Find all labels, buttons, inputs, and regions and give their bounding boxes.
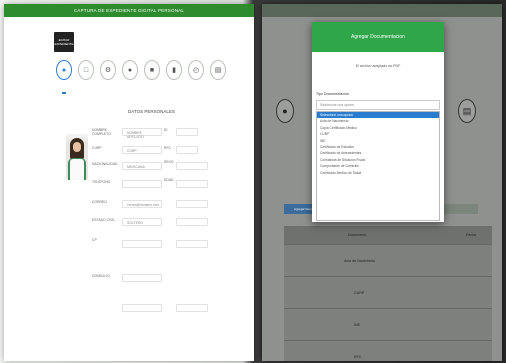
modal-header: Agregar Documentacion xyxy=(312,22,444,52)
step-clock-icon[interactable]: ◴ xyxy=(188,60,204,80)
field-id-input[interactable] xyxy=(176,128,198,136)
field-address-input[interactable] xyxy=(122,274,162,282)
profile-photo xyxy=(66,134,88,180)
field-label: RFC xyxy=(164,146,171,150)
modal-subtitle: El archivo aceptado es PDF xyxy=(355,64,401,68)
edit-profile-button[interactable]: EDITAR EXPEDIENTE xyxy=(54,32,74,52)
field-secondary-input[interactable] xyxy=(176,200,208,208)
step-person-icon[interactable]: ● xyxy=(276,99,294,123)
field-nationality-select[interactable]: MEXICANA xyxy=(122,162,162,170)
documents-table: Documento Fecha Acta de Nacimiento CURP … xyxy=(284,226,492,361)
step-person-icon[interactable]: ● xyxy=(56,60,72,80)
add-document-modal: Agregar Documentacion El archivo aceptad… xyxy=(312,22,444,222)
page-header-dimmed xyxy=(262,4,502,17)
field-city-select[interactable] xyxy=(176,240,208,248)
row-doc-name: RFC xyxy=(354,355,362,359)
select-label: Tipo Documentacion xyxy=(316,92,349,96)
screenshot-stage: CAPTURA DE EXPEDIENTE DIGITAL PERSONAL E… xyxy=(0,0,506,363)
section-title: DATOS PERSONALES xyxy=(128,109,175,114)
step-file-icon[interactable]: ▤ xyxy=(210,60,226,80)
field-notes-input[interactable] xyxy=(122,304,162,312)
step-user-group-icon[interactable]: ● xyxy=(122,60,138,80)
step-file-icon[interactable]: ▤ xyxy=(458,99,476,123)
dropdown-option[interactable]: Certificado Medico de Salud xyxy=(317,170,439,176)
step-briefcase-icon[interactable]: ■ xyxy=(144,60,160,80)
field-label: ID xyxy=(164,128,168,132)
field-other-input[interactable] xyxy=(176,304,208,312)
step-document-icon[interactable]: □ xyxy=(78,60,94,80)
column-header-document: Documento xyxy=(348,233,367,237)
field-label: TELÉFONO xyxy=(92,180,111,184)
step-gear-icon[interactable]: ⚙ xyxy=(100,60,116,80)
wizard-steps: ● □ ⚙ ● ■ ▮ ◴ ▤ xyxy=(56,60,226,86)
row-doc-name: CURP xyxy=(354,291,365,295)
document-type-dropdown: Seleccione una opcion Acta de Nacimiento… xyxy=(316,111,440,221)
field-rfc-input[interactable] xyxy=(176,146,198,154)
field-extra-select[interactable] xyxy=(176,218,208,226)
field-label: CP xyxy=(92,238,97,242)
field-curp-input[interactable]: CURP xyxy=(122,146,162,154)
field-cp-input[interactable] xyxy=(122,240,162,248)
field-label: SEXO xyxy=(164,160,174,164)
table-row: RFC xyxy=(284,340,492,361)
right-screen: ● ▤ Agregar Documentacion Documento Fech… xyxy=(262,4,502,361)
page-title: CAPTURA DE EXPEDIENTE DIGITAL PERSONAL xyxy=(73,8,185,13)
table-row: CURP xyxy=(284,276,492,308)
field-phone-input[interactable] xyxy=(122,180,162,188)
field-sex-select[interactable] xyxy=(176,162,208,170)
modal-title: Agregar Documentacion xyxy=(351,34,405,40)
active-step-indicator xyxy=(62,92,66,94)
field-email-input[interactable]: correo@dominio.com xyxy=(122,200,162,208)
field-label: ESTADO CIVIL xyxy=(92,218,116,222)
field-age-input[interactable] xyxy=(176,180,208,188)
field-civil-status-select[interactable]: SOLTERO xyxy=(122,218,162,226)
field-label: CURP xyxy=(92,146,102,150)
step-book-icon[interactable]: ▮ xyxy=(166,60,182,80)
field-label: DOMICILIO xyxy=(92,274,110,278)
field-name-input[interactable]: NOMBRE APELLIDO xyxy=(122,128,162,139)
row-doc-name: INE xyxy=(354,323,360,327)
table-row: INE xyxy=(284,308,492,340)
left-screen: CAPTURA DE EXPEDIENTE DIGITAL PERSONAL E… xyxy=(4,4,254,361)
field-label: EDAD xyxy=(164,178,174,182)
field-label: CORREO xyxy=(92,200,107,204)
field-label xyxy=(92,302,120,342)
table-header: Documento Fecha xyxy=(284,226,492,244)
page-header: CAPTURA DE EXPEDIENTE DIGITAL PERSONAL xyxy=(4,4,254,17)
field-label: NOMBRE COMPLETO xyxy=(92,128,111,136)
row-doc-name: Acta de Nacimiento xyxy=(344,259,376,263)
document-type-select[interactable]: Seleccione una opcion xyxy=(316,100,440,110)
field-label: NACIONALIDAD xyxy=(92,162,118,166)
table-row: Acta de Nacimiento xyxy=(284,244,492,276)
column-header-date: Fecha xyxy=(466,233,476,237)
